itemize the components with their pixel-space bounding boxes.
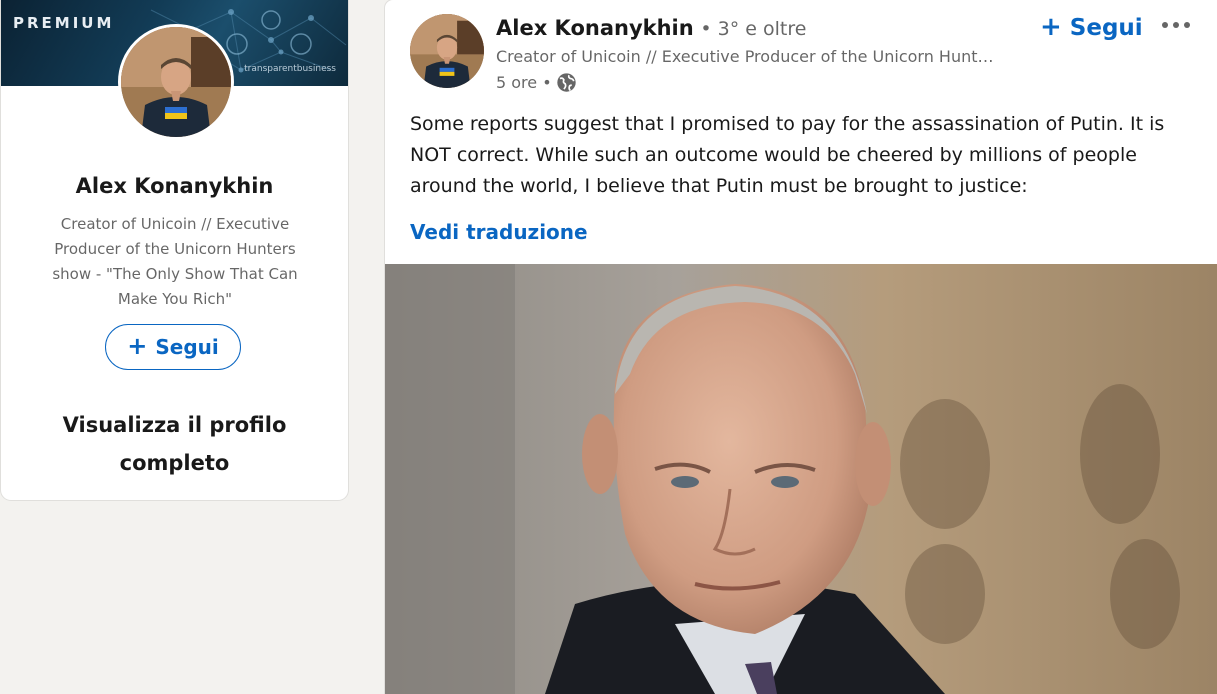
banner-brand-logo: transparentbusiness <box>244 64 336 74</box>
ellipsis-dot <box>1173 22 1179 28</box>
ellipsis-dot <box>1162 22 1168 28</box>
plus-icon: + <box>1040 11 1062 42</box>
profile-name[interactable]: Alex Konanykhin <box>1 174 348 198</box>
feed-post: Alex Konanykhin • 3° e oltre Creator of … <box>385 0 1217 694</box>
post-image[interactable] <box>385 264 1217 694</box>
post-body-text: Some reports suggest that I promised to … <box>410 113 1165 197</box>
premium-badge: PREMIUM <box>13 14 115 32</box>
post-timestamp: 5 ore • <box>496 72 577 93</box>
author-headline: Creator of Unicoin // Executive Producer… <box>496 47 994 66</box>
globe-icon <box>556 72 577 93</box>
follow-button[interactable]: + Segui <box>105 324 241 370</box>
post-follow-button[interactable]: + Segui <box>1040 12 1143 44</box>
author-name[interactable]: Alex Konanykhin <box>496 16 694 40</box>
see-translation-link[interactable]: Vedi traduzione <box>410 220 588 244</box>
post-follow-label: Segui <box>1069 15 1143 41</box>
author-line: Alex Konanykhin • 3° e oltre <box>496 16 806 40</box>
profile-avatar[interactable] <box>118 24 234 140</box>
more-options-icon[interactable] <box>1158 10 1194 40</box>
portrait-photo <box>385 264 1217 694</box>
author-avatar[interactable] <box>410 14 484 88</box>
connection-degree: • 3° e oltre <box>700 18 807 40</box>
profile-card: PREMIUM transparentbusiness Alex Konanyk… <box>1 0 348 500</box>
ellipsis-dot <box>1184 22 1190 28</box>
timestamp-text: 5 ore • <box>496 73 552 92</box>
plus-icon: + <box>127 331 148 360</box>
follow-button-label: Segui <box>155 335 219 359</box>
profile-photo <box>121 27 231 137</box>
author-photo <box>410 14 484 88</box>
profile-headline: Creator of Unicoin // Executive Producer… <box>52 215 298 308</box>
view-full-profile-link[interactable]: Visualizza il profilo completo <box>41 406 308 482</box>
